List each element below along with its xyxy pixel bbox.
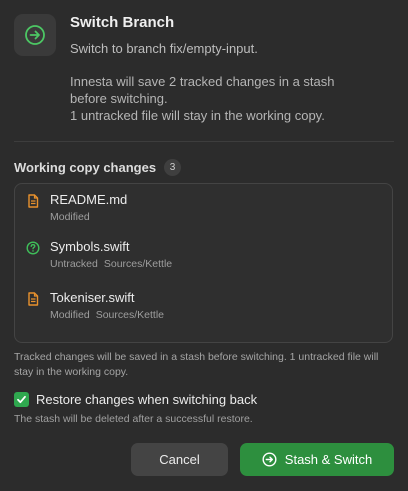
stash-note: Tracked changes will be saved in a stash… [14, 351, 379, 378]
dialog-title: Switch Branch [70, 14, 175, 31]
restore-checkbox-row[interactable]: Restore changes when switching back [14, 392, 257, 407]
restore-label: Restore changes when switching back [36, 392, 258, 407]
untracked-question-icon [26, 241, 40, 255]
stash-and-switch-button[interactable]: Stash & Switch [240, 443, 394, 476]
file-meta: Untracked Sources/Kettle [50, 258, 172, 270]
file-row[interactable]: Tokeniser.swift Modified Sources/Kettle [15, 282, 392, 326]
dialog-description: Innesta will save 2 tracked changes in a… [70, 73, 390, 124]
description-line: 1 untracked file will stay in the workin… [70, 108, 325, 123]
file-meta: Modified [50, 211, 96, 223]
file-status: Modified [50, 211, 90, 223]
file-row[interactable]: Symbols.swift Untracked Sources/Kettle [15, 231, 392, 275]
section-title: Working copy changes [14, 160, 157, 175]
file-status: Untracked [50, 258, 98, 270]
switch-branch-icon [14, 14, 56, 56]
description-line: before switching. [70, 91, 168, 106]
file-status: Modified [50, 309, 90, 321]
file-path: Sources/Kettle [95, 309, 164, 321]
description-line: Innesta will save 2 tracked changes in a… [70, 74, 335, 89]
arrow-circle-icon [262, 452, 277, 467]
divider [14, 141, 394, 142]
cancel-button[interactable]: Cancel [131, 443, 228, 476]
working-copy-header: Working copy changes 3 [14, 159, 182, 176]
file-list: README.md Modified Symbols.swift Untrack… [14, 183, 393, 343]
file-name: Tokeniser.swift [50, 290, 135, 305]
file-row[interactable]: README.md Modified [15, 184, 392, 228]
modified-file-icon [28, 194, 39, 208]
file-meta: Modified Sources/Kettle [50, 309, 164, 321]
file-path: Sources/Kettle [103, 258, 173, 270]
modified-file-icon [28, 292, 39, 306]
file-name: README.md [50, 192, 128, 207]
dialog-subtitle: Switch to branch fix/empty-input. [70, 41, 258, 56]
checkmark-icon [17, 395, 26, 404]
restore-checkbox[interactable] [14, 392, 29, 407]
restore-hint: The stash will be deleted after a succes… [14, 413, 253, 425]
switch-branch-dialog: Switch Branch Switch to branch fix/empty… [0, 0, 408, 491]
changes-count-badge: 3 [164, 159, 182, 176]
stash-and-switch-label: Stash & Switch [284, 452, 373, 467]
file-name: Symbols.swift [50, 239, 130, 254]
